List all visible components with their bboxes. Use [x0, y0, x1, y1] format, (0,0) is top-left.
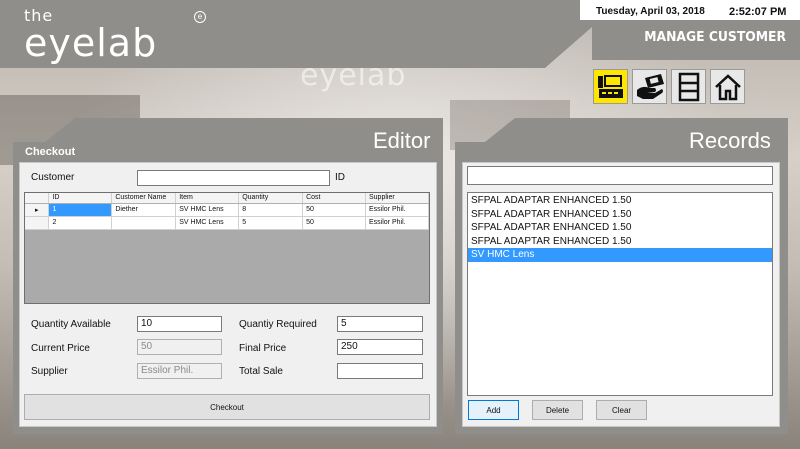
current-price-label: Current Price [31, 343, 90, 354]
records-nav-button[interactable] [671, 69, 706, 104]
home-nav-button[interactable] [710, 69, 745, 104]
payment-hand-icon [636, 73, 664, 99]
list-icon [678, 72, 699, 101]
table-cell[interactable]: SV HMC Lens [175, 203, 240, 217]
table-header-row: ID Customer Name Item Quantity Cost Supp… [25, 193, 429, 204]
checkout-grid[interactable]: ID Customer Name Item Quantity Cost Supp… [24, 192, 430, 304]
logo-eyelab: eyelab [24, 21, 158, 65]
table-cell[interactable] [111, 216, 177, 230]
final-price-input[interactable]: 250 [337, 339, 423, 355]
row-indicator [25, 216, 50, 230]
column-header[interactable]: Supplier [365, 193, 429, 204]
total-sale-label: Total Sale [239, 366, 283, 377]
page-title: MANAGE CUSTOMER [644, 30, 786, 45]
checkout-button[interactable]: Checkout [24, 394, 430, 420]
table-cell[interactable]: Essilor Phil. [365, 203, 429, 217]
table-cell[interactable]: SV HMC Lens [175, 216, 240, 230]
customer-label: Customer [31, 172, 75, 183]
table-cell[interactable]: 50 [302, 203, 366, 217]
id-label: ID [335, 172, 345, 183]
checkout-table: ID Customer Name Item Quantity Cost Supp… [25, 193, 429, 230]
checkout-section-label: Checkout [25, 146, 76, 158]
table-row[interactable]: 2 SV HMC Lens 5 50 Essilor Phil. [25, 216, 429, 230]
row-indicator: ▸ [25, 203, 50, 217]
table-row[interactable]: ▸ 1 Diether SV HMC Lens 8 50 Essilor Phi… [25, 203, 429, 217]
home-icon [714, 73, 741, 100]
column-header[interactable]: ID [48, 193, 113, 204]
table-cell[interactable]: 5 [238, 216, 304, 230]
records-search-input[interactable] [467, 166, 773, 185]
table-cell[interactable]: 1 [48, 203, 113, 217]
table-cell[interactable]: Diether [111, 203, 177, 217]
quantity-available-input[interactable]: 10 [137, 316, 222, 332]
table-cell[interactable]: 2 [48, 216, 113, 230]
quantity-required-input[interactable]: 5 [337, 316, 423, 332]
customer-input[interactable] [137, 170, 330, 186]
column-header[interactable]: Cost [302, 193, 366, 204]
supplier-input: Essilor Phil. [137, 363, 222, 379]
add-button[interactable]: Add [468, 400, 519, 420]
quantity-required-label: Quantiy Required [239, 319, 317, 330]
table-cell[interactable]: 50 [302, 216, 366, 230]
time-label: 2:52:07 PM [729, 6, 787, 18]
date-label: Tuesday, April 03, 2018 [596, 6, 705, 17]
table-cell[interactable]: 8 [238, 203, 304, 217]
delete-button[interactable]: Delete [532, 400, 583, 420]
total-sale-input[interactable] [337, 363, 423, 379]
editor-title: Editor [373, 128, 431, 153]
row-header-corner [25, 193, 50, 204]
list-item[interactable]: SFPAL ADAPTAR ENHANCED 1.50 [468, 208, 772, 222]
column-header[interactable]: Item [175, 193, 240, 204]
list-item-selected[interactable]: SV HMC Lens [468, 248, 772, 262]
current-price-input: 50 [137, 339, 222, 355]
logo-registered-mark: e [194, 11, 206, 23]
final-price-label: Final Price [239, 343, 287, 354]
column-header[interactable]: Quantity [238, 193, 304, 204]
checkout-nav-button[interactable] [593, 69, 628, 104]
list-item[interactable]: SFPAL ADAPTAR ENHANCED 1.50 [468, 221, 772, 235]
quantity-available-label: Quantity Available [31, 319, 111, 330]
logo: the eyelab e [24, 8, 206, 65]
list-item[interactable]: SFPAL ADAPTAR ENHANCED 1.50 [468, 235, 772, 249]
payment-nav-button[interactable] [632, 69, 667, 104]
supplier-label: Supplier [31, 366, 68, 377]
column-header[interactable]: Customer Name [111, 193, 177, 204]
clear-button[interactable]: Clear [596, 400, 647, 420]
records-title: Records [689, 128, 771, 153]
records-list[interactable]: SFPAL ADAPTAR ENHANCED 1.50 SFPAL ADAPTA… [467, 192, 773, 396]
list-item[interactable]: SFPAL ADAPTAR ENHANCED 1.50 [468, 194, 772, 208]
table-cell[interactable]: Essilor Phil. [365, 216, 429, 230]
cash-register-icon [597, 74, 623, 98]
